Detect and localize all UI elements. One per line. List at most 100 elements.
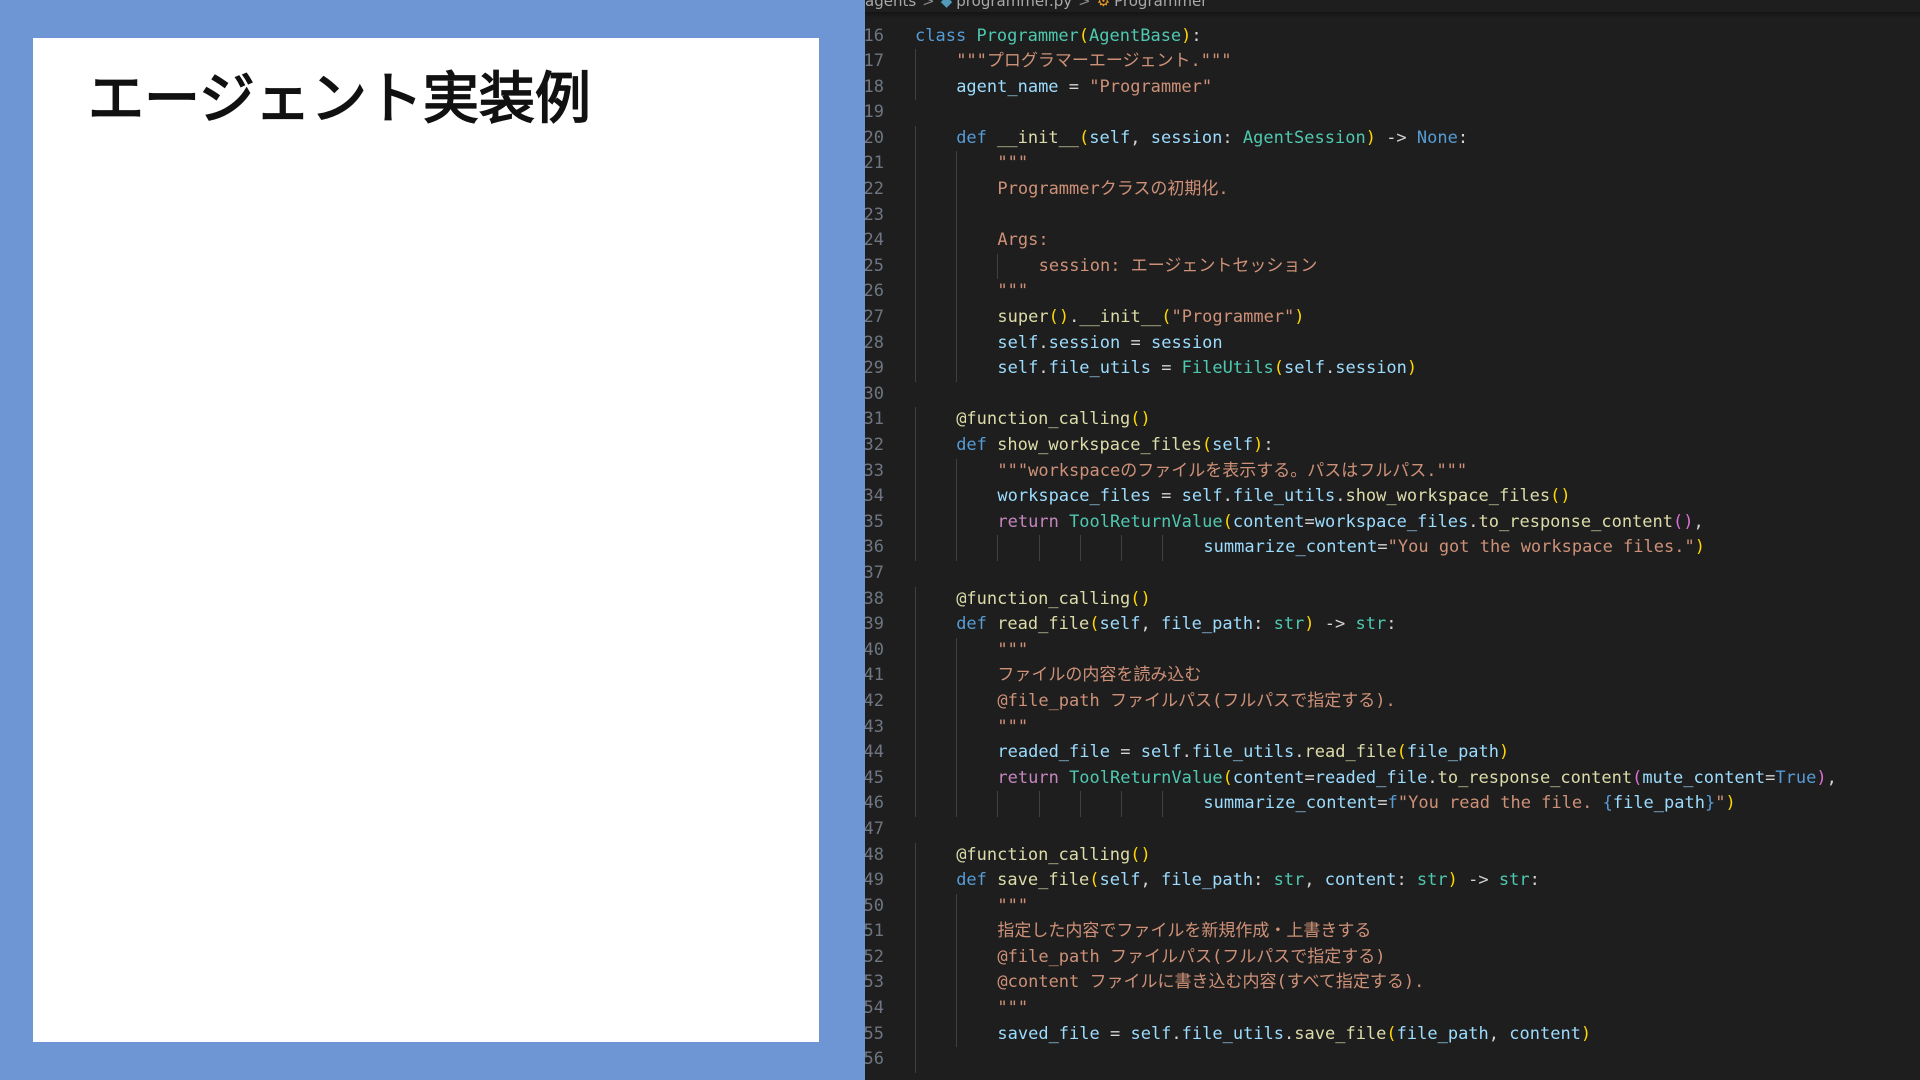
indent-guide bbox=[956, 177, 958, 203]
code-line[interactable]: 46 summarize_content=f"You read the file.… bbox=[865, 791, 1920, 817]
indent-guide bbox=[1079, 791, 1081, 817]
code-punctuation: . bbox=[1284, 1023, 1295, 1044]
code-line[interactable]: 52 @file_path ファイルパス(フルパスで指定する) bbox=[865, 944, 1920, 971]
code-brace: } bbox=[1704, 793, 1716, 814]
indent-guide bbox=[915, 356, 916, 382]
code-line[interactable]: 35 return ToolReturnValue(content=workspa… bbox=[865, 509, 1920, 536]
line-content: Args: bbox=[997, 228, 1048, 254]
code-line[interactable]: 48 @function_calling() bbox=[865, 842, 1920, 869]
code-class: AgentSession bbox=[1242, 127, 1366, 148]
code-identifier: file_utils bbox=[1048, 358, 1151, 379]
code-line[interactable]: 53 @content ファイルに書き込む内容(すべて指定する). bbox=[865, 970, 1920, 997]
code-line[interactable]: 20 def __init__(self, session: AgentSessi… bbox=[865, 125, 1920, 152]
code-line[interactable]: 31 @function_calling() bbox=[865, 407, 1920, 433]
code-keyword: def bbox=[956, 614, 987, 635]
indent-guide bbox=[915, 330, 916, 357]
code-line[interactable]: 21 """ bbox=[865, 151, 1920, 178]
line-number: 26 bbox=[865, 281, 884, 302]
code-identifier: content bbox=[1509, 1023, 1581, 1044]
code-line[interactable]: 17 """プログラマーエージェント.""" bbox=[865, 49, 1920, 75]
code-line[interactable]: 44 readed_file = self.file_utils.read_fil… bbox=[865, 740, 1920, 766]
code-line[interactable]: 22 Programmerクラスの初期化. bbox=[865, 177, 1920, 203]
line-number: 47 bbox=[865, 818, 884, 839]
slide-title: エージェント実装例 bbox=[88, 67, 591, 132]
code-line[interactable]: 49 def save_file(self, file_path: str, co… bbox=[865, 868, 1920, 894]
code-punctuation: , bbox=[1693, 511, 1704, 532]
code-identifier: file_utils bbox=[1191, 742, 1295, 763]
code-line[interactable]: 32 def show_workspace_files(self): bbox=[865, 433, 1920, 459]
code-punctuation: . bbox=[1181, 742, 1192, 763]
code-bracket: ) bbox=[1365, 127, 1376, 148]
code-line[interactable]: 43 """ bbox=[865, 714, 1920, 741]
indent-guide bbox=[915, 612, 916, 638]
code-punctuation: = bbox=[1099, 1023, 1131, 1044]
code-line[interactable]: 42 @file_path ファイルパス(フルパスで指定する). bbox=[865, 688, 1920, 715]
code-line[interactable]: 51 指定した内容でファイルを新規作成・上書きする bbox=[865, 919, 1920, 945]
code-line[interactable]: 45 return ToolReturnValue(content=readed_… bbox=[865, 765, 1920, 792]
code-line[interactable]: 38 @function_calling() bbox=[865, 586, 1920, 613]
code-line[interactable]: 27 super().__init__("Programmer") bbox=[865, 305, 1920, 331]
code-line[interactable]: 36 summarize_content="You got the workspa… bbox=[865, 535, 1920, 561]
indent-guide bbox=[915, 765, 916, 792]
indent-guide bbox=[956, 1021, 958, 1048]
breadcrumb-symbol[interactable]: Programmer bbox=[1114, 0, 1207, 10]
code-punctuation: = bbox=[1304, 767, 1315, 788]
line-number: 43 bbox=[865, 716, 884, 737]
code-identifier: self bbox=[1181, 486, 1223, 507]
code-class: str bbox=[1498, 870, 1530, 891]
code-line[interactable]: 41 ファイルの内容を読み込む bbox=[865, 663, 1920, 689]
code-parameter: mute_content bbox=[1642, 767, 1766, 788]
code-punctuation: -> bbox=[1375, 127, 1417, 148]
code-punctuation: = bbox=[1377, 537, 1388, 558]
code-area[interactable]: 16 class Programmer(AgentBase): 17 """プログラマ… bbox=[865, 24, 1920, 1073]
indent-guide bbox=[956, 996, 958, 1022]
code-function: to_response_content bbox=[1437, 767, 1633, 788]
code-string: session: エージェントセッション bbox=[1038, 255, 1318, 276]
code-line[interactable]: 54 """ bbox=[865, 996, 1920, 1022]
code-line[interactable]: 34 workspace_files = self.file_utils.show… bbox=[865, 484, 1920, 510]
code-punctuation bbox=[1059, 768, 1069, 788]
code-line[interactable]: 30 bbox=[865, 382, 1920, 408]
code-string: @content ファイルに書き込む内容(すべて指定する). bbox=[997, 972, 1425, 993]
breadcrumb-folder[interactable]: agents bbox=[865, 0, 916, 10]
code-line[interactable]: 33 """workspaceのファイルを表示する。パスはフルパス.""" bbox=[865, 458, 1920, 485]
line-number: 30 bbox=[865, 383, 884, 404]
code-line[interactable]: 23 bbox=[865, 202, 1920, 229]
code-line[interactable]: 40 """ bbox=[865, 637, 1920, 664]
code-identifier: saved_file bbox=[997, 1023, 1100, 1044]
code-punctuation: . bbox=[1222, 486, 1233, 507]
code-line[interactable]: 55 saved_file = self.file_utils.save_file… bbox=[865, 1021, 1920, 1048]
breadcrumb-file[interactable]: programmer.py bbox=[956, 0, 1072, 10]
code-keyword: class bbox=[915, 25, 967, 46]
code-line[interactable]: 39 def read_file(self, file_path: str) ->… bbox=[865, 612, 1920, 638]
line-content: @function_calling() bbox=[956, 587, 1151, 613]
code-line[interactable]: 37 bbox=[865, 561, 1920, 587]
line-number: 18 bbox=[865, 76, 884, 97]
code-class: ToolReturnValue bbox=[1069, 767, 1223, 788]
code-line[interactable]: 29 self.file_utils = FileUtils(self.sessi… bbox=[865, 356, 1920, 382]
code-line[interactable]: 26 """ bbox=[865, 279, 1920, 306]
line-number: 36 bbox=[865, 537, 884, 558]
code-punctuation: . bbox=[1325, 358, 1336, 379]
code-line[interactable]: 56 bbox=[865, 1047, 1920, 1073]
code-line[interactable]: 16 class Programmer(AgentBase): bbox=[865, 24, 1920, 50]
indent-guide bbox=[1079, 535, 1081, 561]
code-line[interactable]: 19 bbox=[865, 100, 1920, 126]
code-line[interactable]: 18 agent_name = "Programmer" bbox=[865, 74, 1920, 101]
line-number: 48 bbox=[865, 844, 884, 865]
code-keyword: return bbox=[997, 767, 1059, 788]
code-line[interactable]: 24 Args: bbox=[865, 228, 1920, 254]
indent-guide bbox=[956, 663, 958, 689]
indent-guide bbox=[956, 919, 958, 945]
code-punctuation: . bbox=[1038, 358, 1049, 379]
code-line[interactable]: 50 """ bbox=[865, 893, 1920, 920]
indent-guide bbox=[997, 253, 999, 280]
code-editor[interactable]: agents > ◆ programmer.py > ⚙ Programmer 16 clas… bbox=[865, 0, 1920, 1080]
code-line[interactable]: 25 session: エージェントセッション bbox=[865, 253, 1920, 280]
line-number: 31 bbox=[865, 409, 884, 430]
code-line[interactable]: 28 self.session = session bbox=[865, 330, 1920, 357]
indent-guide bbox=[915, 535, 916, 561]
code-line[interactable]: 47 bbox=[865, 817, 1920, 843]
code-parameter: summarize_content bbox=[1203, 537, 1378, 558]
line-number: 44 bbox=[865, 742, 884, 763]
